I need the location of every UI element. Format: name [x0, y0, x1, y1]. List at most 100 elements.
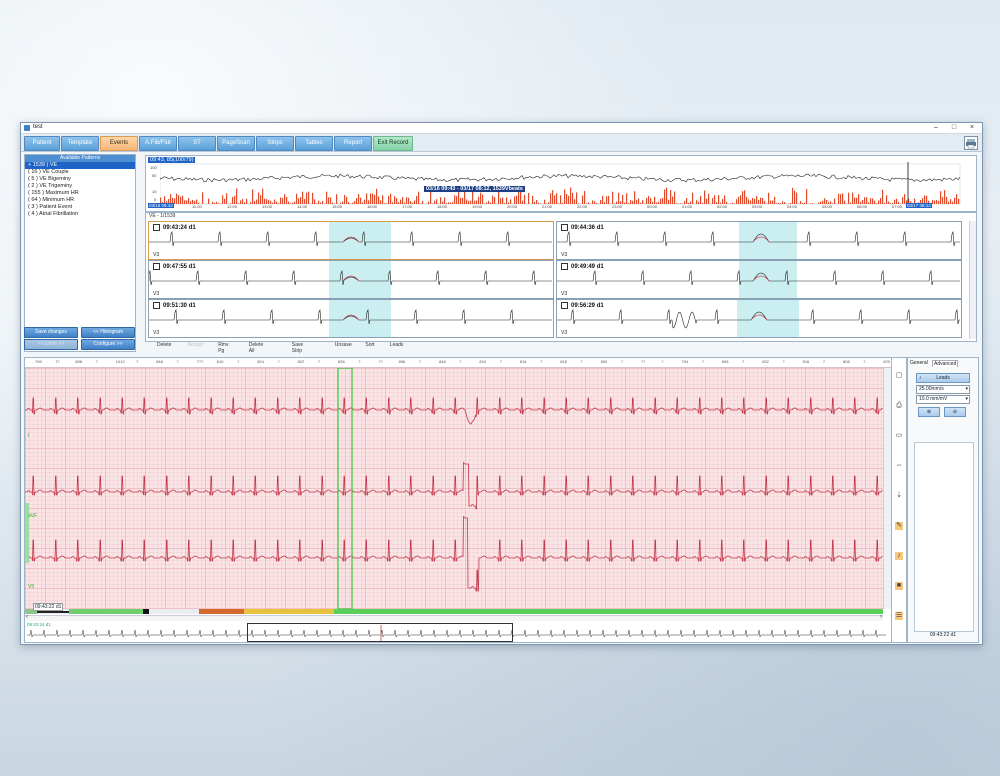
print-icon[interactable] — [964, 136, 978, 150]
zoom-in-button[interactable]: ⊕ — [918, 407, 940, 417]
event-strip[interactable]: 09:44:36 d1 V3 — [556, 221, 962, 260]
ve-bar — [448, 202, 450, 204]
strip-time: 09:49:49 d1 — [561, 263, 604, 270]
event-bar[interactable] — [25, 609, 883, 614]
tab-exit-record[interactable]: Exit Record — [373, 136, 413, 151]
select-tool-icon[interactable]: ▢ — [895, 372, 903, 380]
ve-bar — [660, 198, 662, 204]
pattern-item[interactable]: ( 4 ) Atrial Fibrillation — [25, 211, 135, 218]
strip-lead-label: V3 — [153, 291, 160, 297]
rr-interval-label: 799 — [35, 359, 42, 364]
ve-bar — [748, 199, 750, 204]
maximize-button[interactable]: □ — [946, 123, 962, 133]
ve-bar — [630, 200, 632, 204]
ve-bar — [354, 201, 356, 204]
print-icon[interactable]: ⎙ — [895, 402, 903, 410]
event-strip[interactable]: 09:43:24 d1 V3 — [148, 221, 554, 260]
minimize-button[interactable]: – — [928, 123, 944, 133]
pattern-item[interactable]: ( 155 ) Maximum HR — [25, 190, 135, 197]
rr-interval-label: 806 — [398, 359, 406, 364]
ve-bar — [188, 198, 190, 204]
strips-scrollbar[interactable] — [969, 221, 976, 339]
strip-action-rmv-pg[interactable]: Rmv Pg — [218, 342, 228, 354]
ve-bar — [254, 201, 256, 204]
tab-pagescan[interactable]: PageScan — [217, 136, 255, 151]
speed-select[interactable]: 25.00mm/s ▾ — [916, 385, 970, 394]
strip-action-accept[interactable]: Accept — [188, 342, 203, 348]
event-strip[interactable]: 09:56:29 d1 V3 — [556, 299, 962, 338]
ve-bar — [306, 192, 308, 204]
expand-icon[interactable]: ⇔ — [895, 462, 903, 470]
ve-bar — [596, 202, 598, 204]
pattern-item[interactable]: + 1539 ) VE — [25, 162, 135, 169]
trend-panel[interactable]: 09:43, 85(100/79) 100 50 10 5 03/16 09:4… — [145, 155, 977, 212]
zoom-out-button[interactable]: ⊖ — [944, 407, 966, 417]
ruler-icon[interactable]: ♪ — [895, 552, 903, 560]
ve-bar — [564, 189, 566, 204]
strip-checkbox[interactable] — [561, 224, 568, 231]
ve-bar — [300, 197, 302, 204]
strip-checkbox[interactable] — [561, 302, 568, 309]
event-strip[interactable]: 09:49:49 d1 V3 — [556, 260, 962, 299]
ve-bar — [398, 202, 400, 204]
pattern-item[interactable]: ( 16 ) VE Couple — [25, 169, 135, 176]
ve-bar — [768, 192, 770, 204]
ve-bar — [944, 190, 946, 204]
ve-bar — [366, 193, 368, 204]
pen-tool-icon[interactable]: ✎ — [895, 522, 903, 530]
ecg-lead-trace — [25, 461, 883, 510]
trend-x-tick: 01:00 — [682, 204, 693, 209]
rr-interval-label: 818 — [560, 359, 567, 364]
strip-action-delete-all[interactable]: Delete All — [249, 342, 263, 354]
close-button[interactable]: × — [964, 123, 980, 133]
leads-button[interactable]: ♪ Leads — [916, 373, 970, 383]
calipers-icon[interactable]: ▭ — [895, 432, 903, 440]
strip-action-leads[interactable]: Leads — [390, 342, 404, 348]
tab-patient[interactable]: Patient — [24, 136, 60, 151]
strip-checkbox[interactable] — [153, 302, 160, 309]
event-strip[interactable]: 09:51:30 d1 V3 — [148, 299, 554, 338]
gain-select[interactable]: 10.0 mm/mV ▾ — [916, 395, 970, 404]
lead-select-icon[interactable]: ⇣ — [895, 492, 903, 500]
strip-action-sort[interactable]: Sort — [365, 342, 374, 348]
configure-button[interactable]: Configure >> — [81, 339, 135, 350]
histogram-button[interactable]: << Histogram — [81, 327, 135, 338]
ve-bar — [182, 195, 184, 204]
trend-chart[interactable] — [160, 156, 976, 208]
ecg-trace-area[interactable] — [25, 368, 883, 609]
event-strip[interactable]: 09:47:55 d1 V3 — [148, 260, 554, 299]
tab-strips[interactable]: Strips — [256, 136, 294, 151]
ve-bar — [494, 197, 496, 204]
pattern-item[interactable]: ( 5 ) VE Bigeminy — [25, 176, 135, 183]
ve-bar — [224, 198, 226, 204]
strip-action-unsave[interactable]: Unsave — [335, 342, 352, 348]
marker-icon[interactable]: ■ — [895, 582, 903, 590]
ve-bar — [244, 202, 246, 204]
tab-events[interactable]: Events — [100, 136, 138, 151]
ecg-horizontal-scrollbar[interactable]: ‹ › — [25, 614, 883, 621]
strip-checkbox[interactable] — [561, 263, 568, 270]
rhythm-overview[interactable]: 09:43:24 d1 — [25, 622, 891, 642]
tab-tables[interactable]: Tables — [295, 136, 333, 151]
save-changes-button[interactable]: Save changes — [24, 327, 78, 338]
strip-action-delete[interactable]: Delete — [157, 342, 171, 348]
undo-button[interactable]: << Undo >> — [24, 339, 78, 350]
pattern-item[interactable]: ( 64 ) Minimum HR — [25, 197, 135, 204]
pattern-item[interactable]: ( 3 ) Patient Event — [25, 204, 135, 211]
strip-checkbox[interactable] — [153, 263, 160, 270]
list-icon[interactable]: ☰ — [895, 612, 903, 620]
tab-afib-flut[interactable]: A.Fib/Flut — [139, 136, 177, 151]
ve-bar — [764, 200, 766, 204]
ve-bar — [948, 201, 950, 204]
pattern-item[interactable]: ( 2 ) VE Trigeminy — [25, 183, 135, 190]
tab-template[interactable]: Template — [61, 136, 99, 151]
ve-bar — [622, 194, 624, 204]
ve-bar — [444, 197, 446, 204]
strip-action-save-strip[interactable]: Save Strip — [292, 342, 303, 354]
tab-st[interactable]: ST — [178, 136, 216, 151]
strip-checkbox[interactable] — [153, 224, 160, 231]
tab-general[interactable]: General — [910, 360, 928, 366]
ecg-vertical-scrollbar[interactable] — [883, 368, 891, 609]
tab-advanced[interactable]: Advanced — [932, 360, 959, 367]
tab-report[interactable]: Report — [334, 136, 372, 151]
